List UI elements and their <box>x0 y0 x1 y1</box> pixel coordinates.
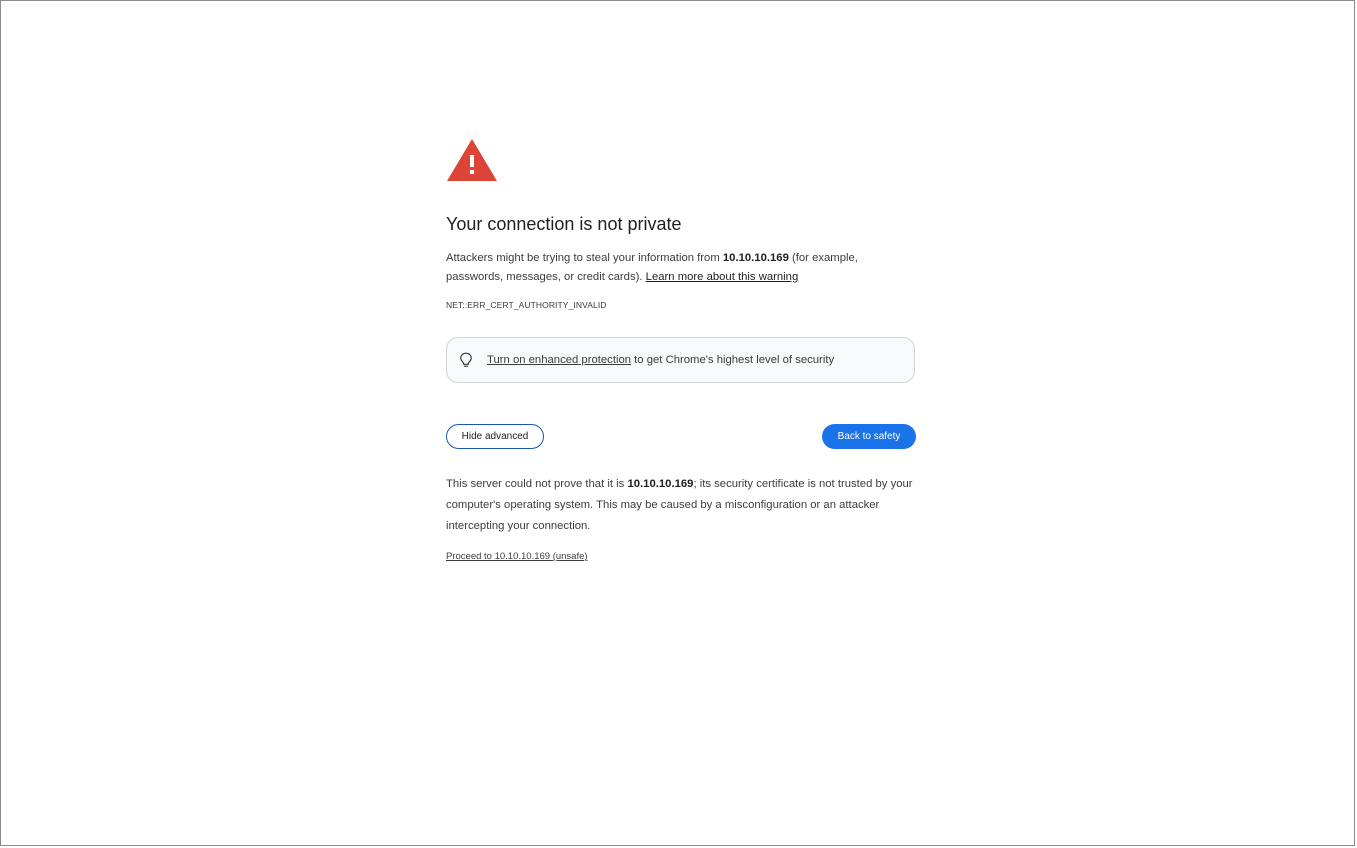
details-host: 10.10.10.169 <box>627 478 694 490</box>
proceed-unsafe-link[interactable]: Proceed to 10.10.10.169 (unsafe) <box>446 551 588 562</box>
intro-text-1: Attackers might be trying to steal your … <box>446 252 723 264</box>
browser-viewport: Your connection is not private Attackers… <box>0 0 1355 846</box>
intro-host: 10.10.10.169 <box>722 252 789 264</box>
warning-triangle-icon <box>447 139 497 181</box>
back-to-safety-button[interactable]: Back to safety <box>822 424 916 449</box>
intro-paragraph: Attackers might be trying to steal your … <box>446 249 916 287</box>
error-code: NET::ERR_CERT_AUTHORITY_INVALID <box>446 300 607 310</box>
hide-advanced-button[interactable]: Hide advanced <box>446 424 544 449</box>
enhanced-protection-link[interactable]: Turn on enhanced protection <box>487 354 631 366</box>
enhanced-protection-banner: Turn on enhanced protection to get Chrom… <box>446 337 915 383</box>
advanced-details-paragraph: This server could not prove that it is 1… <box>446 474 916 537</box>
lightbulb-icon <box>460 352 472 367</box>
learn-more-link[interactable]: Learn more about this warning <box>646 271 799 283</box>
enhanced-protection-text: to get Chrome's highest level of securit… <box>631 354 835 366</box>
interstitial-content: Your connection is not private Attackers… <box>446 138 916 564</box>
button-row: Hide advanced Back to safety <box>446 424 916 449</box>
details-text-1: This server could not prove that it is <box>446 478 628 490</box>
page-title: Your connection is not private <box>446 214 682 234</box>
